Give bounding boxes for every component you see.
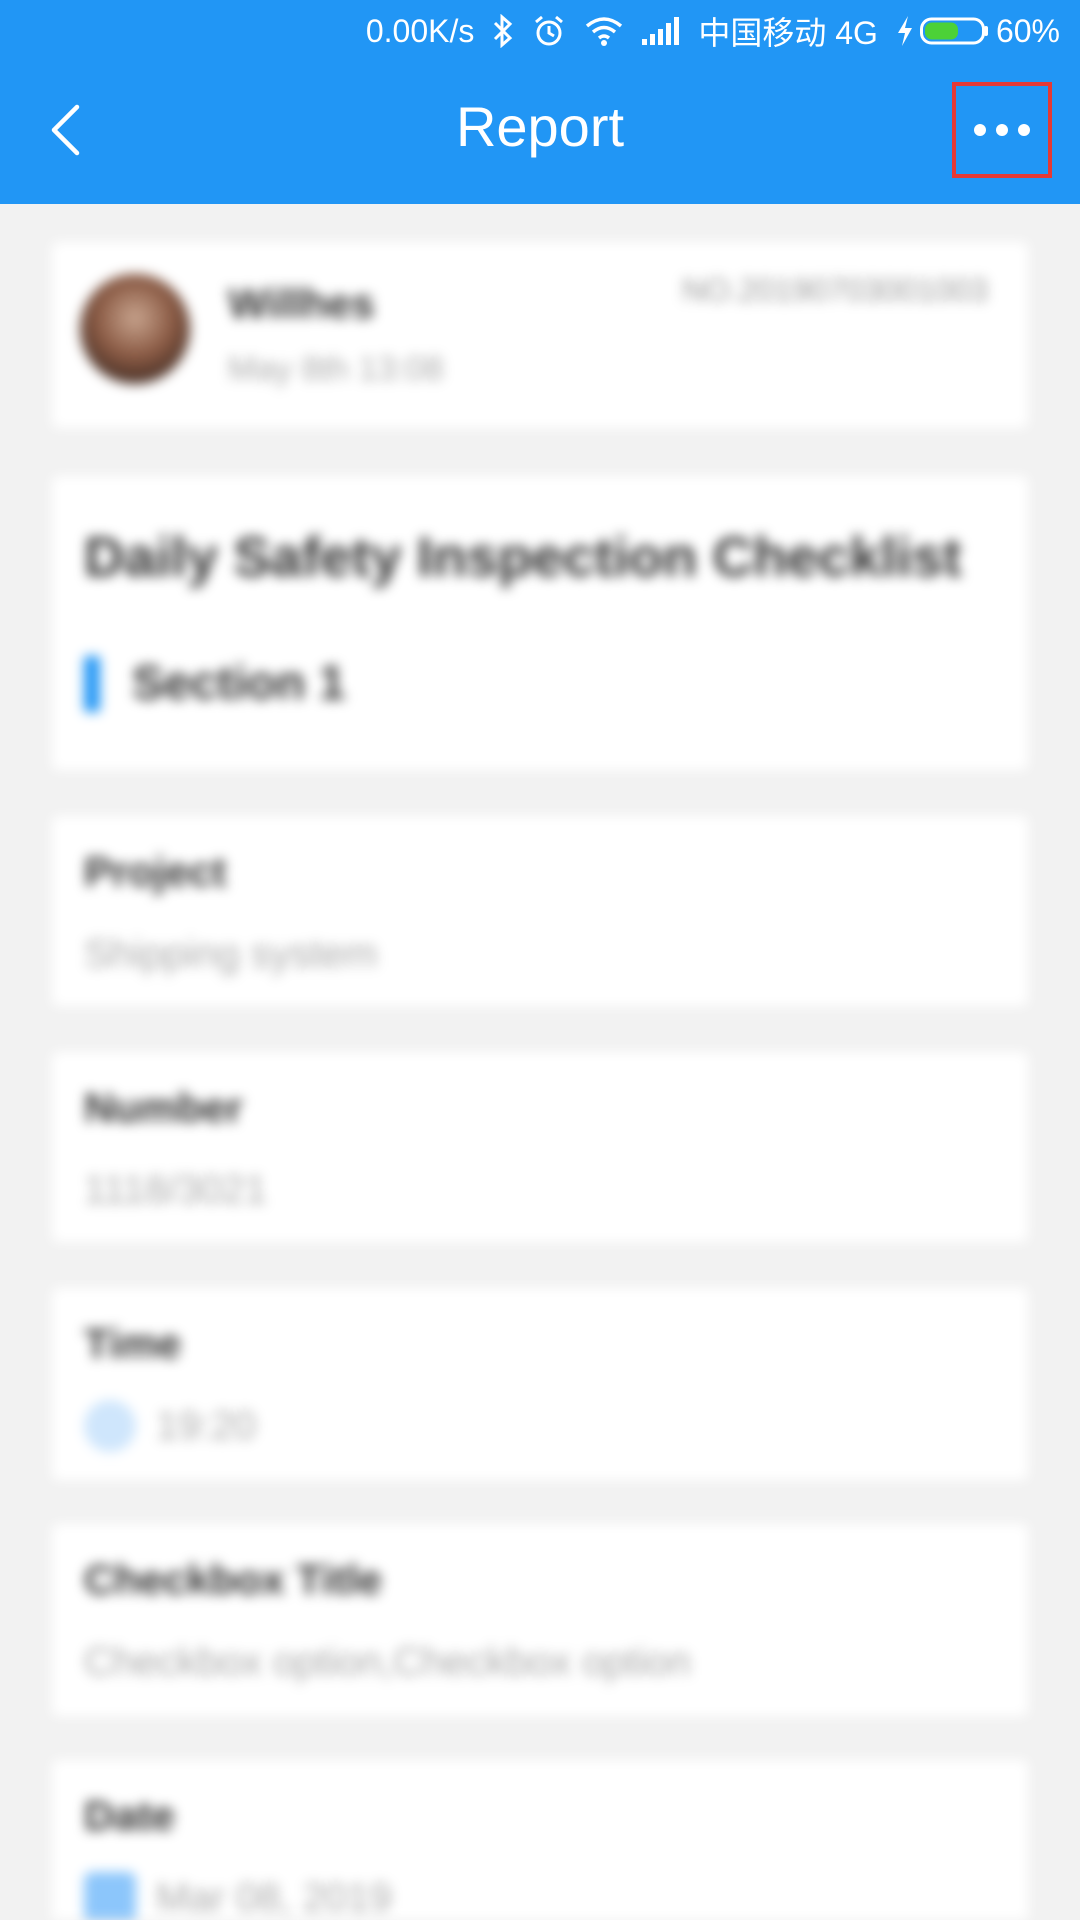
carrier-label: 中国移动 4G	[698, 15, 878, 51]
field-card-number: Number 1118/3021	[52, 1052, 1028, 1242]
field-label: Checkbox Title	[84, 1556, 382, 1603]
charging-icon	[896, 15, 914, 47]
report-header-card: Daily Safety Inspection Checklist Sectio…	[52, 476, 1028, 770]
report-content: Willhes May 8th 13:08 NO.20190703001003 …	[0, 204, 1080, 1920]
report-title: Daily Safety Inspection Checklist	[84, 525, 962, 588]
network-speed: 0.00K/s	[365, 12, 475, 49]
calendar-icon	[84, 1872, 136, 1920]
author-card: Willhes May 8th 13:08 NO.20190703001003	[52, 242, 1028, 428]
field-value: 19:20	[156, 1404, 257, 1448]
field-card-checkbox: Checkbox Title Checkbox option,Checkbox …	[52, 1524, 1028, 1716]
signal-icon	[642, 17, 680, 45]
field-card-date: Date Mar 08, 2019	[52, 1760, 1028, 1920]
field-label: Time	[84, 1320, 182, 1367]
clock-icon	[84, 1400, 136, 1452]
status-bar: 0.00K/s 中国移动 4G 60%	[0, 0, 1080, 62]
author-name: Willhes	[228, 280, 375, 327]
page-title: Report	[455, 95, 625, 158]
bluetooth-icon	[492, 14, 514, 48]
section-label: Section 1	[132, 657, 346, 710]
report-number: NO.20190703001003	[681, 272, 988, 308]
field-value: 1118/3021	[84, 1168, 268, 1212]
field-value: Checkbox option,Checkbox option	[84, 1640, 692, 1684]
field-value: Mar 08, 2019	[156, 1876, 392, 1920]
field-label: Project	[84, 848, 227, 895]
more-options-button[interactable]	[952, 82, 1052, 178]
app-bar: Report	[0, 62, 1080, 204]
field-card-time: Time 19:20	[52, 1288, 1028, 1480]
field-card-project: Project Shipping system	[52, 816, 1028, 1006]
field-label: Number	[84, 1084, 243, 1131]
field-label: Date	[84, 1792, 176, 1839]
field-value: Shipping system	[84, 932, 378, 976]
battery-icon	[919, 16, 990, 46]
alarm-icon	[532, 14, 566, 48]
more-horizontal-icon	[974, 124, 1030, 136]
wifi-icon	[584, 15, 624, 47]
author-date: May 8th 13:08	[228, 350, 444, 388]
battery-indicator: 60%	[896, 13, 1060, 50]
battery-percent: 60%	[995, 12, 1060, 49]
section-marker	[84, 656, 100, 712]
avatar	[80, 274, 190, 384]
